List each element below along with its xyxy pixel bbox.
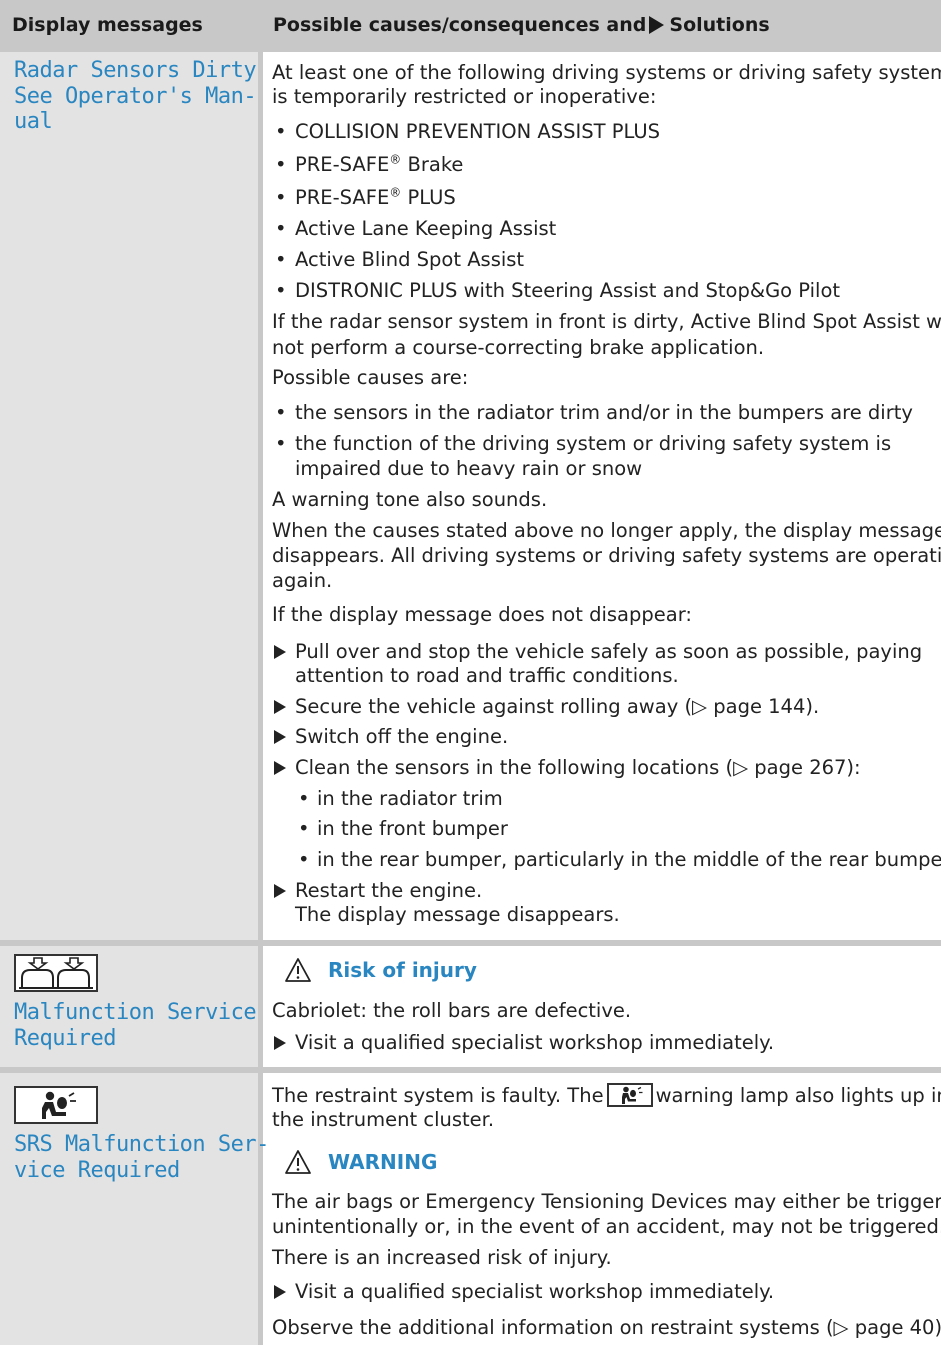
message-line: Required bbox=[14, 1025, 116, 1051]
warning-title: WARNING bbox=[328, 1150, 438, 1174]
body-line: Cabriolet: the roll bars are defective. bbox=[272, 999, 632, 1022]
body-line: unintentionally or, in the event of an a… bbox=[272, 1215, 941, 1238]
list-item-text: Active Blind Spot Assist bbox=[295, 248, 525, 271]
sub-list-item-text: in the radiator trim bbox=[317, 787, 503, 810]
body-line: When the causes stated above no longer a… bbox=[272, 519, 941, 542]
list-item-continuation: impaired due to heavy rain or snow bbox=[295, 457, 643, 480]
roll-bar-icon-graphic bbox=[19, 957, 93, 989]
intro-line: is temporarily restricted or inoperative… bbox=[272, 85, 657, 108]
table-header: Display messages Possible causes/consequ… bbox=[0, 0, 941, 52]
body-text: warning lamp also lights up in bbox=[655, 1084, 941, 1107]
step-continuation: The display message disappears. bbox=[295, 903, 620, 926]
display-message-radar: Radar Sensors Dirty See Operator's Man- … bbox=[14, 58, 257, 135]
sub-list-item-text: in the rear bumper, particularly in the … bbox=[317, 848, 941, 871]
step-text: Clean the sensors in the following locat… bbox=[295, 756, 861, 779]
message-line: ual bbox=[14, 109, 53, 134]
step-text: Restart the engine. bbox=[295, 879, 483, 902]
list-item-text: PRE-SAFE bbox=[295, 186, 390, 209]
registered-mark: ® bbox=[389, 185, 402, 200]
intro-line: At least one of the following driving sy… bbox=[272, 61, 941, 84]
warning-triangle-icon bbox=[285, 1150, 311, 1174]
header-right-suffix: Solutions bbox=[669, 14, 770, 36]
message-line: SRS Malfunction Ser- bbox=[14, 1132, 269, 1157]
list-item-text: the sensors in the radiator trim and/or … bbox=[295, 401, 913, 424]
list-item-text: PRE-SAFE bbox=[295, 153, 390, 176]
step-continuation: attention to road and traffic conditions… bbox=[295, 664, 679, 687]
step-triangle-icon bbox=[274, 645, 286, 659]
body-line: If the display message does not disappea… bbox=[272, 603, 692, 626]
list-item-text: DISTRONIC PLUS with Steering Assist and … bbox=[295, 279, 841, 302]
step-triangle-icon bbox=[274, 761, 286, 775]
left-cell-radar bbox=[0, 52, 258, 940]
step-text: Visit a qualified specialist workshop im… bbox=[295, 1031, 775, 1054]
row-separator bbox=[0, 940, 941, 946]
solution-triangle-icon bbox=[649, 16, 665, 34]
message-line: Radar Sensors Dirty bbox=[14, 58, 257, 83]
list-item-text: Active Lane Keeping Assist bbox=[295, 217, 557, 240]
step-text: Secure the vehicle against rolling away … bbox=[295, 695, 820, 718]
body-line: There is an increased risk of injury. bbox=[272, 1246, 612, 1269]
header-left-label: Display messages bbox=[12, 14, 203, 36]
body-line: Observe the additional information on re… bbox=[272, 1316, 941, 1339]
step-triangle-icon bbox=[274, 700, 286, 714]
list-item-text: Brake bbox=[401, 153, 464, 176]
step-triangle-icon bbox=[274, 1285, 286, 1299]
body-text: The restraint system is faulty. The bbox=[272, 1084, 604, 1107]
header-right-prefix: Possible causes/consequences and bbox=[273, 14, 647, 36]
step-triangle-icon bbox=[274, 730, 286, 744]
body-line: disappears. All driving systems or drivi… bbox=[272, 544, 941, 567]
message-line: See Operator's Man- bbox=[14, 83, 257, 109]
airbag-warning-lamp-icon bbox=[606, 1083, 653, 1107]
message-line: vice Required bbox=[14, 1157, 180, 1183]
body-line: not perform a course-correcting brake ap… bbox=[272, 336, 765, 359]
warning-title: Risk of injury bbox=[328, 958, 477, 982]
airbag-lamp-graphic bbox=[621, 1086, 643, 1104]
message-line: Malfunction Service bbox=[14, 1000, 257, 1025]
manual-page: Display messages Possible causes/consequ… bbox=[0, 0, 941, 1345]
body-line: again. bbox=[272, 569, 333, 592]
header-right-label: Possible causes/consequences and Solution… bbox=[273, 14, 770, 36]
registered-mark: ® bbox=[389, 152, 402, 167]
header-display-messages: Display messages bbox=[0, 0, 258, 52]
airbag-icon-graphic bbox=[42, 1091, 76, 1119]
step-text: Pull over and stop the vehicle safely as… bbox=[295, 640, 923, 663]
header-causes: Possible causes/consequences and Solution… bbox=[263, 0, 941, 52]
display-message-srs: SRS Malfunction Ser- vice Required bbox=[14, 1132, 269, 1183]
airbag-icon bbox=[14, 1086, 98, 1124]
step-triangle-icon bbox=[274, 1036, 286, 1050]
sub-list-item-text: in the front bumper bbox=[317, 817, 508, 840]
warning-triangle-icon bbox=[285, 958, 311, 982]
body-line: The restraint system is faulty. The warni… bbox=[272, 1083, 941, 1108]
list-item-text: PLUS bbox=[401, 186, 456, 209]
body-line: A warning tone also sounds. bbox=[272, 488, 548, 511]
list-item-text: the function of the driving system or dr… bbox=[295, 432, 892, 455]
roll-bar-icon bbox=[14, 954, 98, 992]
step-triangle-icon bbox=[274, 884, 286, 898]
body-line: The air bags or Emergency Tensioning Dev… bbox=[272, 1190, 941, 1213]
step-text: Visit a qualified specialist workshop im… bbox=[295, 1280, 775, 1303]
body-line: If the radar sensor system in front is d… bbox=[272, 310, 941, 333]
body-line: the instrument cluster. bbox=[272, 1108, 495, 1131]
step-text: Switch off the engine. bbox=[295, 725, 509, 748]
body-line: Possible causes are: bbox=[272, 366, 469, 389]
row-separator bbox=[0, 1067, 941, 1073]
display-message-rollbar: Malfunction Service Required bbox=[14, 1000, 257, 1051]
list-item-text: PRE-SAFE® PLUS bbox=[295, 186, 456, 210]
list-item-text: COLLISION PREVENTION ASSIST PLUS bbox=[295, 120, 661, 143]
list-item-text: PRE-SAFE® Brake bbox=[295, 153, 463, 177]
